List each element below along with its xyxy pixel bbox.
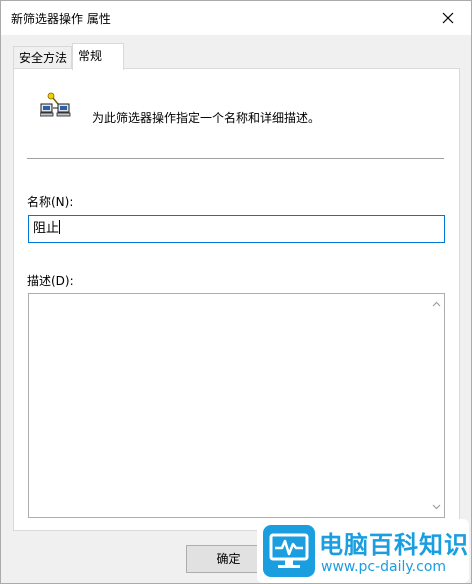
window-title: 新筛选器操作 属性 xyxy=(11,12,111,26)
chevron-up-icon xyxy=(432,301,440,307)
network-filter-icon xyxy=(40,92,71,117)
name-input-value: 阻止 xyxy=(33,221,60,236)
close-button[interactable] xyxy=(437,7,459,29)
tab-security-methods[interactable]: 安全方法 xyxy=(13,46,72,68)
properties-dialog: 新筛选器操作 属性 安全方法 常规 为此筛选器操作指定一个名称和详细描述。 名称… xyxy=(0,0,472,584)
description-label: 描述(D): xyxy=(27,274,74,288)
tab-general[interactable]: 常规 xyxy=(72,43,124,70)
vertical-scrollbar[interactable] xyxy=(428,294,444,517)
title-bar[interactable]: 新筛选器操作 属性 xyxy=(1,1,471,35)
scroll-down-button[interactable] xyxy=(428,499,444,515)
watermark-title: 电脑百科知识 xyxy=(319,531,469,559)
name-label: 名称(N): xyxy=(27,195,74,209)
watermark-url: www.pc-daily.com xyxy=(321,559,447,575)
text-caret xyxy=(59,220,61,234)
close-icon xyxy=(442,12,454,24)
description-textarea[interactable] xyxy=(28,293,445,518)
chevron-down-icon xyxy=(432,504,440,510)
monitor-pulse-icon xyxy=(263,525,315,577)
scroll-up-button[interactable] xyxy=(428,296,444,312)
separator xyxy=(27,158,444,159)
general-tab-panel: 为此筛选器操作指定一个名称和详细描述。 名称(N): 阻止 描述(D): xyxy=(13,68,460,531)
name-input[interactable]: 阻止 xyxy=(28,215,445,243)
watermark: 电脑百科知识 www.pc-daily.com xyxy=(257,519,469,583)
description-hint: 为此筛选器操作指定一个名称和详细描述。 xyxy=(92,111,321,125)
